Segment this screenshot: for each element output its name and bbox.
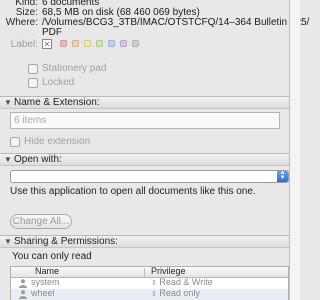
column-divider bbox=[144, 268, 145, 277]
info-panel: Kind: 6 documents Size: 68,5 MB on disk … bbox=[0, 0, 309, 300]
open-with-header[interactable]: ▼ Open with: bbox=[0, 153, 289, 166]
updown-arrows-icon: ⇕ bbox=[151, 280, 157, 287]
table-row[interactable]: wheel ⇕ Read only bbox=[11, 288, 288, 300]
updown-arrows-icon: ⇕ bbox=[151, 291, 157, 298]
permission-user-name: wheel bbox=[31, 288, 55, 298]
sharing-summary: You can only read bbox=[12, 251, 92, 262]
name-column-header[interactable]: Name bbox=[35, 266, 59, 276]
name-field[interactable]: 6 items bbox=[10, 112, 280, 129]
label-label: Label: bbox=[10, 39, 38, 50]
sharing-permissions-header[interactable]: ▼ Sharing & Permissions: bbox=[0, 235, 289, 248]
change-all-button[interactable]: Change All... bbox=[10, 214, 72, 229]
disclosure-triangle-icon: ▼ bbox=[4, 155, 12, 164]
name-extension-title: Name & Extension: bbox=[14, 97, 100, 108]
select-arrows-icon: ▲ ▼ bbox=[277, 170, 288, 182]
where-path-line2: PDF bbox=[42, 27, 62, 38]
group-icon bbox=[19, 290, 27, 299]
label-none-swatch[interactable]: × bbox=[42, 39, 52, 49]
permissions-table: Name Privilege system ⇕ Read & Write whe… bbox=[10, 266, 289, 300]
permission-privilege[interactable]: ⇕ Read & Write bbox=[151, 277, 213, 287]
stationery-pad-checkbox[interactable] bbox=[28, 64, 38, 74]
locked-label: Locked bbox=[42, 77, 75, 88]
locked-checkbox[interactable] bbox=[28, 78, 38, 88]
label-swatch-orange[interactable] bbox=[72, 40, 79, 47]
label-swatch-yellow[interactable] bbox=[84, 40, 91, 47]
background-window-edge bbox=[289, 0, 300, 300]
disclosure-triangle-icon: ▼ bbox=[4, 237, 12, 246]
permission-user-name: system bbox=[31, 277, 60, 287]
label-swatch-purple[interactable] bbox=[120, 40, 127, 47]
open-with-description: Use this application to open all documen… bbox=[10, 186, 256, 197]
hide-extension-label: Hide extension bbox=[24, 136, 91, 147]
where-path-line1: /Volumes/BCG3_3TB/IMAC/OTSTCFQ/14–364 Bu… bbox=[42, 17, 310, 28]
sharing-permissions-title: Sharing & Permissions: bbox=[14, 236, 118, 247]
label-swatch-blue[interactable] bbox=[108, 40, 115, 47]
label-swatch-red[interactable] bbox=[60, 40, 67, 47]
label-swatch-green[interactable] bbox=[96, 40, 103, 47]
permission-privilege[interactable]: ⇕ Read only bbox=[151, 288, 200, 298]
label-swatch-gray[interactable] bbox=[132, 40, 139, 47]
name-extension-header[interactable]: ▼ Name & Extension: bbox=[0, 96, 289, 109]
stationery-pad-label: Stationery pad bbox=[42, 63, 107, 74]
disclosure-triangle-icon: ▼ bbox=[4, 98, 12, 107]
open-with-title: Open with: bbox=[14, 154, 62, 165]
privilege-column-header[interactable]: Privilege bbox=[151, 266, 186, 276]
application-select[interactable]: ▲ ▼ bbox=[10, 170, 289, 183]
user-icon bbox=[19, 279, 27, 288]
hide-extension-checkbox[interactable] bbox=[10, 137, 20, 147]
where-label: Where: bbox=[5, 17, 38, 28]
